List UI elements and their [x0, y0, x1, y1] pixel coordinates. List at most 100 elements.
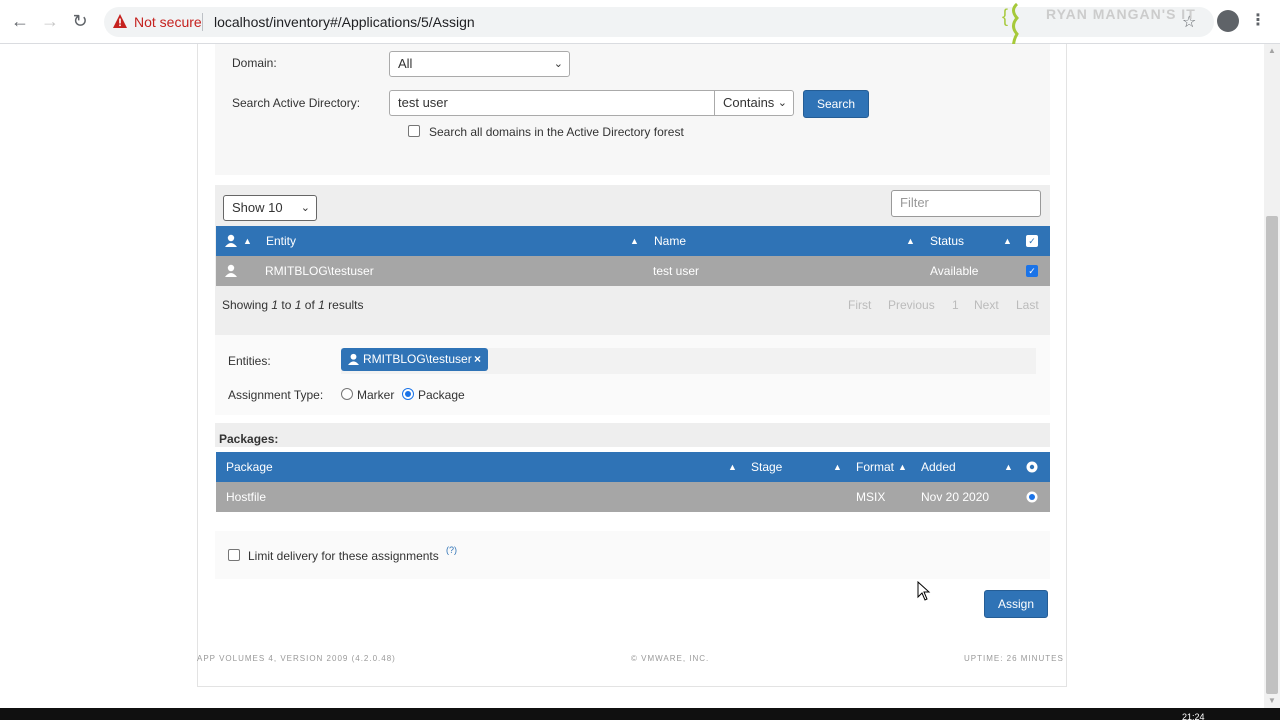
row-entity: RMITBLOG\testuser	[265, 264, 374, 278]
assign-button[interactable]: Assign	[984, 590, 1048, 618]
profile-avatar-icon[interactable]	[1217, 10, 1239, 32]
filter-input[interactable]: Filter	[891, 190, 1041, 217]
limit-delivery-label: Limit delivery for these assignments	[248, 549, 439, 563]
sort-up-icon[interactable]: ▲	[906, 236, 915, 246]
remove-tag-icon[interactable]: ×	[474, 348, 481, 371]
domain-select-value: All	[398, 56, 413, 71]
page-size-select[interactable]: Show 10 ⌄	[223, 195, 317, 221]
radio-header-icon	[1026, 461, 1038, 473]
column-status[interactable]: Status	[930, 226, 964, 256]
user-icon	[348, 353, 359, 365]
pager-first[interactable]: First	[848, 286, 871, 324]
sort-up-icon[interactable]: ▲	[728, 462, 737, 472]
kebab-menu-icon[interactable]: ⋮	[1250, 10, 1266, 30]
match-select[interactable]: Contains ⌄	[714, 90, 794, 116]
pager-previous[interactable]: Previous	[888, 286, 935, 324]
table-row[interactable]: RMITBLOG\testuser test user Available ✓	[216, 256, 1050, 286]
entities-label: Entities:	[228, 354, 271, 368]
scroll-up-icon[interactable]: ▲	[1268, 46, 1276, 55]
match-select-value: Contains	[723, 95, 775, 110]
assign-container: Domain: All ⌄ Search Active Directory: t…	[197, 44, 1067, 687]
forward-icon[interactable]: →	[39, 10, 61, 32]
sort-up-icon[interactable]: ▲	[630, 236, 639, 246]
user-icon	[225, 264, 237, 277]
row-added: Nov 20 2020	[921, 490, 990, 504]
row-radio[interactable]	[1026, 491, 1038, 503]
summary-suffix: results	[324, 298, 364, 312]
column-package[interactable]: Package	[226, 452, 273, 482]
sort-up-icon[interactable]: ▲	[243, 236, 252, 246]
scrollbar-thumb[interactable]	[1266, 216, 1278, 694]
assignment-type-label: Assignment Type:	[228, 388, 324, 402]
row-format: MSIX	[856, 490, 886, 504]
sort-up-icon[interactable]: ▲	[833, 462, 842, 472]
summary-total: 1	[318, 298, 325, 312]
summary-prefix: Showing	[222, 298, 272, 312]
os-taskbar: 21:24	[0, 708, 1280, 722]
limit-delivery-checkbox[interactable]	[228, 549, 240, 561]
row-checkbox[interactable]: ✓	[1026, 265, 1038, 277]
packages-heading: Packages:	[219, 432, 279, 446]
pagination: First Previous 1 Next Last	[838, 286, 1048, 324]
results-table-header: ▲ Entity ▲ Name ▲ Status ▲ ✓	[216, 226, 1050, 256]
security-status: Not secure	[134, 14, 202, 30]
radio-package[interactable]	[402, 388, 414, 400]
summary-of-word: of	[301, 298, 319, 312]
select-all-checkbox[interactable]: ✓	[1026, 235, 1038, 247]
domain-label: Domain:	[232, 56, 277, 70]
reload-icon[interactable]: ↻	[69, 10, 91, 32]
row-package: Hostfile	[226, 490, 267, 504]
entity-tag-label: RMITBLOG\testuser	[363, 352, 472, 366]
filter-placeholder: Filter	[900, 195, 929, 210]
page-content: Domain: All ⌄ Search Active Directory: t…	[0, 44, 1264, 708]
footer-version: APP VOLUMES 4, VERSION 2009 (4.2.0.48)	[197, 654, 396, 663]
entity-tag: RMITBLOG\testuser ×	[341, 348, 488, 371]
scroll-down-icon[interactable]: ▼	[1268, 696, 1276, 705]
watermark-text: RYAN MANGAN'S IT	[1046, 6, 1196, 22]
search-input[interactable]: test user	[389, 90, 715, 116]
search-input-value: test user	[398, 95, 448, 110]
sort-up-icon[interactable]: ▲	[898, 462, 907, 472]
url-text[interactable]: localhost/inventory#/Applications/5/Assi…	[214, 14, 475, 30]
page-size-value: Show 10	[232, 200, 283, 215]
column-added[interactable]: Added	[921, 452, 956, 482]
sort-up-icon[interactable]: ▲	[1004, 462, 1013, 472]
search-all-domains-checkbox[interactable]	[408, 125, 420, 137]
search-all-domains-label: Search all domains in the Active Directo…	[429, 125, 684, 139]
column-name[interactable]: Name	[654, 226, 686, 256]
radio-marker-label: Marker	[357, 388, 395, 402]
search-button[interactable]: Search	[803, 90, 869, 118]
domain-select[interactable]: All ⌄	[389, 51, 570, 77]
pager-page[interactable]: 1	[952, 286, 959, 324]
warning-icon	[113, 14, 127, 28]
search-ad-label: Search Active Directory:	[232, 96, 361, 110]
footer-copyright: © VMWARE, INC.	[631, 654, 710, 663]
footer-uptime: UPTIME: 26 MINUTES	[964, 654, 1064, 663]
help-link[interactable]: (?)	[446, 545, 457, 555]
radio-package-label: Package	[418, 388, 465, 402]
user-icon	[225, 234, 237, 247]
chevron-down-icon: ⌄	[553, 58, 563, 70]
pager-next[interactable]: Next	[974, 286, 999, 324]
taskbar-clock: 21:24	[1182, 712, 1205, 722]
sort-up-icon[interactable]: ▲	[1003, 236, 1012, 246]
column-entity[interactable]: Entity	[266, 226, 296, 256]
packages-heading-bar	[215, 423, 1050, 447]
page-scrollbar[interactable]: ▲ ▼	[1264, 44, 1280, 708]
table-row[interactable]: Hostfile MSIX Nov 20 2020	[216, 482, 1050, 512]
row-status: Available	[930, 264, 979, 278]
summary-to-word: to	[278, 298, 295, 312]
row-name: test user	[653, 264, 700, 278]
radio-marker[interactable]	[341, 388, 353, 400]
column-format[interactable]: Format	[856, 452, 894, 482]
chevron-down-icon: ⌄	[777, 97, 787, 109]
packages-table-header: Package ▲ Stage ▲ Format ▲ Added ▲	[216, 452, 1050, 482]
column-stage[interactable]: Stage	[751, 452, 782, 482]
chevron-down-icon: ⌄	[300, 202, 310, 214]
address-divider	[202, 13, 203, 31]
assignment-panel	[215, 335, 1050, 415]
results-summary: Showing 1 to 1 of 1 results	[222, 286, 622, 324]
pager-last[interactable]: Last	[1016, 286, 1039, 324]
mouse-cursor-icon	[917, 581, 931, 601]
back-icon[interactable]: ←	[9, 10, 31, 32]
